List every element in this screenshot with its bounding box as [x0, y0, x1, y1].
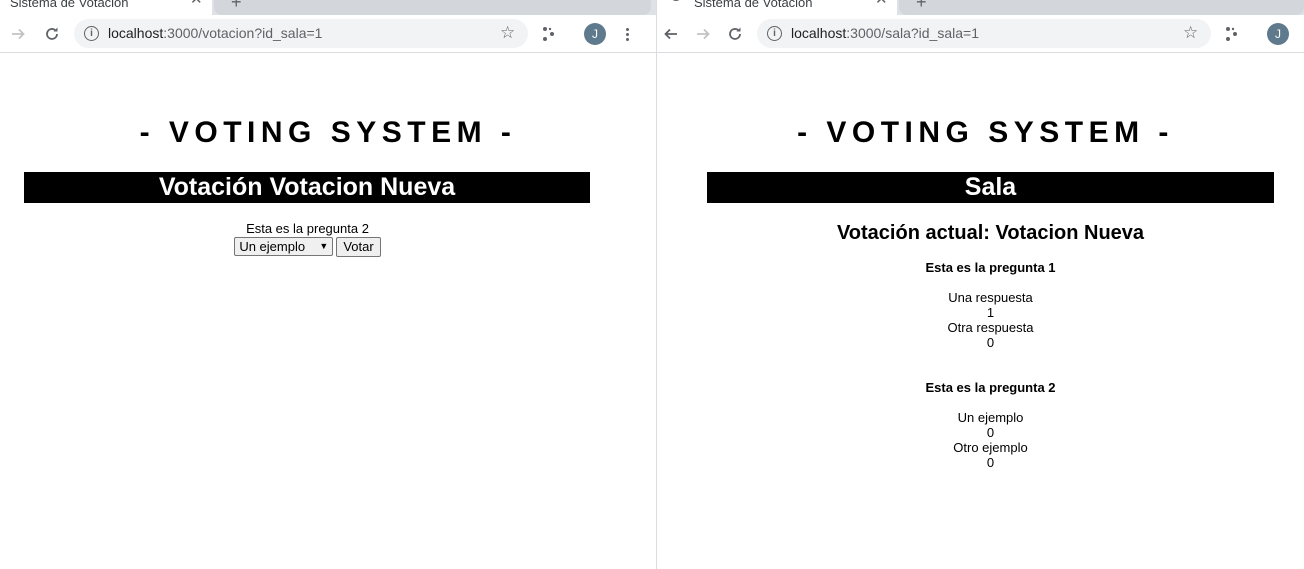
inactive-tab[interactable]: + — [899, 0, 1304, 15]
tab-strip: Sistema de Votación ✕ + — [0, 0, 656, 15]
app-title: - VOTING SYSTEM - — [139, 116, 517, 149]
page-content: - VOTING SYSTEM - Votación Votacion Nuev… — [0, 54, 656, 569]
question-title: Esta es la pregunta 2 — [925, 380, 1056, 395]
site-info-icon[interactable]: i — [84, 26, 99, 41]
browser-toolbar: i localhost:3000/sala?id_sala=1 ☆ J — [657, 15, 1304, 53]
profile-avatar[interactable]: J — [1267, 23, 1289, 45]
answer-text: Un ejemplo — [957, 410, 1024, 425]
url-path: :3000/votacion?id_sala=1 — [163, 25, 323, 41]
url-host: localhost — [108, 25, 164, 41]
current-vote-heading: Votación actual: Votacion Nueva — [836, 222, 1145, 244]
results-list: Esta es la pregunta 1 Una respuesta 1 Otra … — [707, 260, 1274, 500]
tab-title: Sistema de Votación — [694, 0, 813, 10]
page-content: - VOTING SYSTEM - Sala Votación actual: … — [657, 54, 1304, 569]
site-info-icon[interactable]: i — [767, 26, 782, 41]
answer-text: Otra respuesta — [947, 320, 1034, 335]
browser-window-right: Sistema de Votación ✕ + i localhost:3000… — [657, 0, 1304, 569]
url-host: localhost — [791, 25, 847, 41]
answer-select-value: Un ejemplo — [239, 239, 306, 254]
question-title: Esta es la pregunta 1 — [925, 260, 1056, 275]
page-header: Votación Votacion Nueva — [24, 172, 590, 203]
tab-close-icon[interactable]: ✕ — [875, 0, 888, 8]
vote-button[interactable]: Votar — [336, 237, 381, 257]
answer-text: Otro ejemplo — [953, 440, 1028, 455]
forward-icon[interactable] — [7, 23, 29, 45]
answer-count: 0 — [986, 425, 995, 440]
answer-text: Una respuesta — [948, 290, 1033, 305]
browser-toolbar: i localhost:3000/votacion?id_sala=1 ☆ J — [0, 15, 656, 53]
answer-count: 0 — [986, 455, 995, 470]
answer-count: 1 — [986, 305, 995, 320]
new-tab-icon[interactable]: + — [916, 0, 927, 13]
extension-icon[interactable] — [538, 23, 560, 45]
url-text: localhost:3000/sala?id_sala=1 — [791, 25, 979, 41]
tab-close-icon[interactable]: ✕ — [190, 0, 203, 8]
extension-icon[interactable] — [1221, 23, 1243, 45]
question-result: Esta es la pregunta 2 Un ejemplo 0 Otro eje… — [707, 380, 1274, 500]
globe-favicon-icon — [670, 0, 682, 1]
url-path: :3000/sala?id_sala=1 — [846, 25, 979, 41]
app-title: - VOTING SYSTEM - — [797, 116, 1174, 149]
menu-kebab-icon[interactable] — [622, 23, 632, 45]
answer-count: 0 — [986, 335, 995, 350]
question-label: Esta es la pregunta 2 — [246, 221, 369, 236]
form-row: Un ejemplo ▼ Votar — [24, 237, 591, 257]
vote-form: Esta es la pregunta 2 Un ejemplo ▼ Votar — [24, 221, 591, 257]
url-text: localhost:3000/votacion?id_sala=1 — [108, 25, 322, 41]
browser-window-left: Sistema de Votación ✕ + i localhost:3000… — [0, 0, 657, 569]
tab-title: Sistema de Votación — [10, 0, 129, 10]
bookmark-star-icon[interactable]: ☆ — [500, 23, 515, 43]
forward-icon[interactable] — [692, 23, 714, 45]
reload-icon[interactable] — [724, 23, 746, 45]
profile-avatar[interactable]: J — [584, 23, 606, 45]
back-icon[interactable] — [660, 23, 682, 45]
dropdown-arrow-icon: ▼ — [319, 241, 329, 251]
tab-strip: Sistema de Votación ✕ + — [657, 0, 1304, 15]
inactive-tab[interactable]: + — [214, 0, 651, 15]
page-header: Sala — [707, 172, 1274, 203]
address-bar[interactable]: i localhost:3000/votacion?id_sala=1 ☆ — [74, 19, 528, 48]
reload-icon[interactable] — [41, 23, 63, 45]
tab-votacion[interactable]: Sistema de Votación ✕ — [0, 0, 212, 15]
new-tab-icon[interactable]: + — [231, 0, 242, 13]
answer-select[interactable]: Un ejemplo ▼ — [234, 237, 334, 256]
address-bar[interactable]: i localhost:3000/sala?id_sala=1 ☆ — [757, 19, 1211, 48]
bookmark-star-icon[interactable]: ☆ — [1183, 23, 1198, 43]
tab-sala[interactable]: Sistema de Votación ✕ — [657, 0, 897, 15]
question-result: Esta es la pregunta 1 Una respuesta 1 Otra … — [707, 260, 1274, 380]
